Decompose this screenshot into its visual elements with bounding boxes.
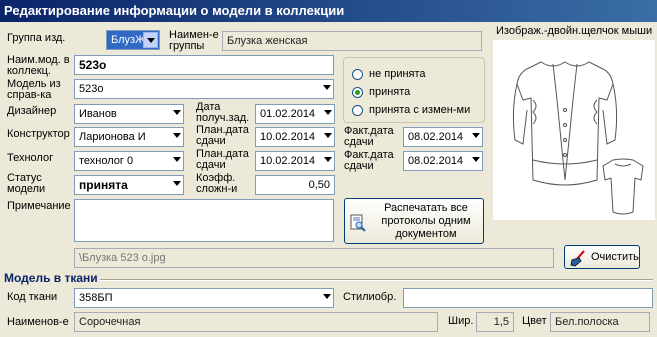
fabric-color-field: Бел.полоска	[550, 312, 650, 332]
chevron-down-icon[interactable]	[323, 85, 331, 90]
model-name-input[interactable]: 523о	[74, 55, 334, 75]
radio-accepted[interactable]: принята	[352, 86, 480, 100]
fact-date-2-value: 08.02.2014	[408, 155, 464, 167]
print-all-protocols-button[interactable]: Распечатать все протоколы одним документ…	[344, 198, 484, 244]
designer-value: Иванов	[79, 108, 117, 120]
group-name-label: Наимен-е группы	[169, 29, 219, 52]
chevron-down-icon[interactable]	[173, 181, 181, 186]
window-title: Редактирование информации о модели в кол…	[0, 0, 657, 22]
fabric-code-label: Код ткани	[7, 291, 58, 303]
chevron-down-icon[interactable]	[173, 157, 181, 162]
stylist-input[interactable]	[403, 288, 653, 308]
technologist-label: Технолог	[7, 152, 54, 164]
broom-icon	[570, 250, 585, 267]
fabric-code-select[interactable]: 358БП	[74, 288, 334, 308]
technologist-value: технолог 0	[79, 155, 134, 167]
fabric-width-label: Шир.	[448, 315, 474, 327]
chevron-down-icon[interactable]	[324, 110, 332, 115]
date-received-label: Дата получ.зад.	[196, 101, 250, 124]
radio-accepted-with-changes[interactable]: принята с измен-ми	[352, 104, 480, 118]
fact-date-2-select[interactable]: 08.02.2014	[403, 151, 483, 171]
note-textarea[interactable]	[74, 199, 334, 242]
fabric-name-field: Сорочечная	[74, 312, 438, 332]
model-ref-label: Модель из справ-ка	[7, 78, 61, 101]
radio-not-accepted[interactable]: не принята	[352, 68, 480, 82]
technologist-select[interactable]: технолог 0	[74, 151, 184, 171]
fact-date-1-select[interactable]: 08.02.2014	[403, 127, 483, 147]
acceptance-radio-group: не принята принята принята с измен-ми	[343, 57, 485, 123]
date-received-select[interactable]: 01.02.2014	[255, 104, 335, 124]
radio-not-accepted-label: не принята	[369, 68, 426, 80]
model-ref-value: 523о	[79, 83, 104, 95]
date-received-value: 01.02.2014	[260, 108, 316, 120]
fabric-section-divider	[100, 279, 653, 281]
plan-date-1-label: План.дата сдачи	[196, 124, 249, 147]
fact-date-2-label: Факт.дата сдачи	[344, 149, 394, 172]
designer-label: Дизайнер	[7, 105, 57, 117]
group-label: Группа изд.	[7, 32, 66, 44]
clear-button-label: Очистить	[591, 251, 639, 263]
print-all-protocols-label: Распечатать все протоколы одним документ…	[381, 202, 471, 240]
radio-accepted-with-changes-label: принята с измен-ми	[369, 104, 471, 116]
fact-date-1-label: Факт.дата сдачи	[344, 125, 394, 148]
plan-date-2-value: 10.02.2014	[260, 155, 316, 167]
chevron-down-icon[interactable]	[143, 32, 158, 48]
chevron-down-icon[interactable]	[324, 133, 332, 138]
radio-accepted-label: принята	[369, 86, 411, 98]
fabric-color-label: Цвет	[522, 315, 547, 327]
clear-button[interactable]: Очистить	[564, 245, 640, 269]
chevron-down-icon[interactable]	[173, 133, 181, 138]
group-code-select[interactable]: БлузЖен	[106, 30, 160, 50]
note-label: Примечание	[7, 200, 71, 212]
image-path-field: \Блузка 523 о.jpg	[74, 248, 554, 268]
designer-select[interactable]: Иванов	[74, 104, 184, 124]
image-caption: Изображ.-двойн.щелчок мыши	[496, 25, 653, 37]
model-name-label: Наим.мод. в коллекц.	[7, 54, 70, 77]
status-label: Статус модели	[7, 172, 46, 195]
plan-date-1-select[interactable]: 10.02.2014	[255, 127, 335, 147]
chevron-down-icon[interactable]	[323, 294, 331, 299]
radio-accepted-with-changes-circle[interactable]	[352, 105, 363, 116]
status-value: принята	[79, 178, 128, 192]
radio-accepted-circle[interactable]	[352, 87, 363, 98]
plan-date-1-value: 10.02.2014	[260, 131, 316, 143]
chevron-down-icon[interactable]	[173, 110, 181, 115]
constructor-value: Ларионова И	[79, 131, 146, 143]
fabric-code-value: 358БП	[79, 292, 113, 304]
fabric-section-title: Модель в ткани	[4, 271, 98, 285]
chevron-down-icon[interactable]	[472, 133, 480, 138]
constructor-select[interactable]: Ларионова И	[74, 127, 184, 147]
plan-date-2-select[interactable]: 10.02.2014	[255, 151, 335, 171]
model-image[interactable]	[493, 40, 655, 220]
blouse-sketch-image	[512, 61, 644, 215]
fabric-width-field: 1,5	[476, 312, 514, 332]
stylist-label: Стилиобр.	[343, 291, 397, 303]
print-preview-icon	[350, 214, 366, 232]
group-name-field: Блузка женская	[222, 31, 482, 51]
chevron-down-icon[interactable]	[472, 157, 480, 162]
chevron-down-icon[interactable]	[324, 157, 332, 162]
fact-date-1-value: 08.02.2014	[408, 131, 464, 143]
status-select[interactable]: принята	[74, 175, 184, 195]
fabric-name-label: Наименов-е	[7, 316, 69, 328]
complexity-input[interactable]: 0,50	[255, 175, 335, 195]
radio-not-accepted-circle[interactable]	[352, 69, 363, 80]
constructor-label: Конструктор	[7, 128, 70, 140]
model-ref-select[interactable]: 523о	[74, 79, 334, 99]
complexity-label: Коэфф. сложн-и	[196, 172, 238, 195]
plan-date-2-label: План.дата сдачи	[196, 148, 249, 171]
